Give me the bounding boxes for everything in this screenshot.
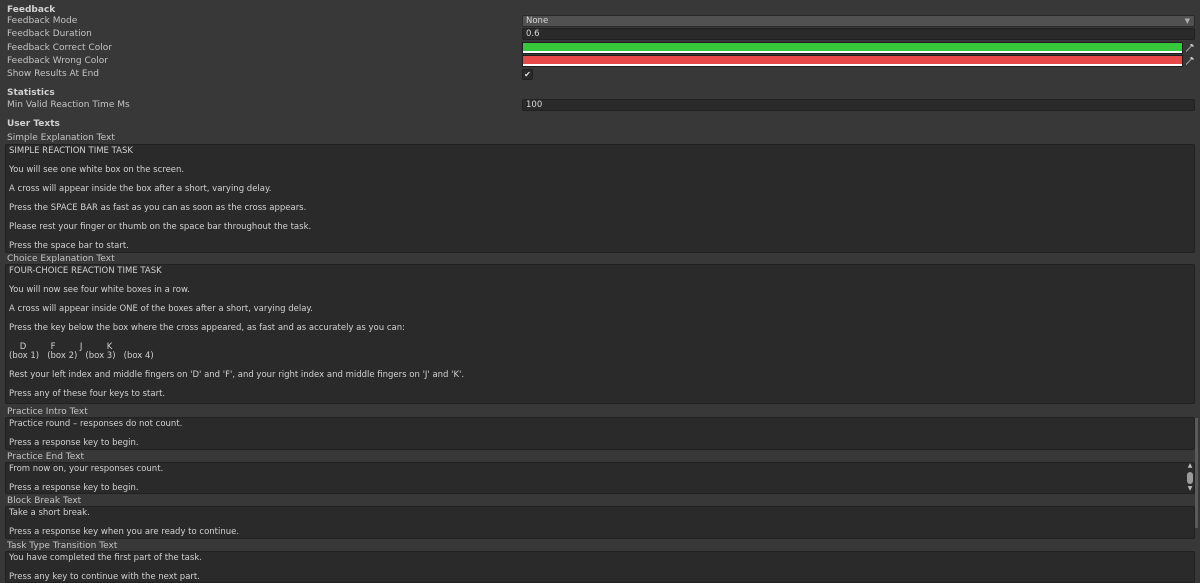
wrong-color-swatch [523, 56, 1182, 64]
feedback-header: Feedback [7, 5, 56, 15]
feedback-duration-field[interactable]: 0.6 [522, 28, 1195, 40]
min-rt-value: 100 [526, 100, 543, 110]
feedback-mode-dropdown[interactable]: None ▼ [522, 15, 1195, 27]
eyedropper-icon[interactable] [1185, 43, 1195, 53]
min-rt-row: Min Valid Reaction Time Ms 100 [0, 99, 1200, 112]
feedback-duration-label: Feedback Duration [7, 29, 92, 39]
text-line: Press a response key to begin. [9, 438, 139, 448]
text-line: A cross will appear inside the box after… [9, 184, 272, 194]
simple-explanation-textarea[interactable]: SIMPLE REACTION TIME TASK You will see o… [5, 144, 1195, 253]
eyedropper-icon[interactable] [1185, 56, 1195, 66]
text-line: A cross will appear inside ONE of the bo… [9, 304, 313, 314]
text-line: Press a response key when you are ready … [9, 527, 240, 537]
user-texts-header: User Texts [7, 119, 60, 129]
feedback-correct-color-row: Feedback Correct Color [0, 42, 1200, 55]
text-line: Press a response key to begin. [9, 483, 139, 493]
block-break-label: Block Break Text [7, 496, 82, 506]
text-line: Press any key to continue with the next … [9, 572, 200, 582]
show-results-label: Show Results At End [7, 69, 99, 79]
transition-textarea[interactable]: You have completed the first part of the… [5, 551, 1195, 583]
block-break-textarea[interactable]: Take a short break. Press a response key… [5, 506, 1195, 539]
choice-explanation-label: Choice Explanation Text [7, 254, 115, 264]
practice-intro-label: Practice Intro Text [7, 407, 88, 417]
text-line: Press any of these four keys to start. [9, 389, 166, 399]
feedback-correct-color-label: Feedback Correct Color [7, 43, 112, 53]
chevron-down-icon: ▼ [1184, 17, 1190, 25]
text-line: SIMPLE REACTION TIME TASK [9, 146, 133, 156]
feedback-wrong-color-row: Feedback Wrong Color [0, 55, 1200, 68]
text-line: Take a short break. [9, 508, 90, 518]
feedback-duration-value: 0.6 [526, 29, 540, 39]
text-line: From now on, your responses count. [9, 464, 164, 474]
text-line: You will see one white box on the screen… [9, 165, 185, 175]
feedback-duration-row: Feedback Duration 0.6 [0, 28, 1200, 41]
feedback-mode-row: Feedback Mode None ▼ [0, 15, 1200, 28]
text-line: FOUR-CHOICE REACTION TIME TASK [9, 266, 162, 276]
choice-explanation-textarea[interactable]: FOUR-CHOICE REACTION TIME TASK You will … [5, 264, 1195, 404]
text-line: You will now see four white boxes in a r… [9, 285, 190, 295]
text-line: Practice round – responses do not count. [9, 419, 183, 429]
transition-label: Task Type Transition Text [7, 541, 118, 551]
text-line: D F J K [9, 342, 113, 352]
correct-color-field[interactable] [522, 42, 1183, 54]
wrong-color-field[interactable] [522, 55, 1183, 67]
checkmark-icon: ✔ [524, 70, 531, 79]
feedback-mode-value: None [526, 16, 549, 26]
min-rt-field[interactable]: 100 [522, 99, 1195, 111]
correct-color-swatch [523, 43, 1182, 51]
practice-end-label: Practice End Text [7, 452, 84, 462]
min-rt-label: Min Valid Reaction Time Ms [7, 100, 130, 110]
practice-end-textarea[interactable]: From now on, your responses count. Press… [5, 462, 1195, 494]
scroll-up-icon[interactable]: ▲ [1186, 463, 1194, 469]
practice-intro-textarea[interactable]: Practice round – responses do not count.… [5, 417, 1195, 450]
inspector-panel: Feedback Feedback Mode None ▼ Feedback D… [0, 0, 1200, 583]
statistics-header: Statistics [7, 88, 55, 98]
simple-explanation-label: Simple Explanation Text [7, 133, 115, 143]
text-line: Press the space bar to start. [9, 241, 129, 251]
inspector-scrollbar[interactable] [1195, 418, 1198, 528]
scrollbar-thumb[interactable] [1187, 472, 1193, 484]
text-line: You have completed the first part of the… [9, 553, 202, 563]
feedback-mode-label: Feedback Mode [7, 16, 78, 26]
feedback-wrong-color-label: Feedback Wrong Color [7, 56, 108, 66]
text-line: (box 1) (box 2) (box 3) (box 4) [9, 351, 154, 361]
show-results-checkbox[interactable]: ✔ [522, 69, 533, 80]
scroll-down-icon[interactable]: ▼ [1186, 486, 1194, 492]
text-line: Press the key below the box where the cr… [9, 323, 405, 333]
text-line: Rest your left index and middle fingers … [9, 370, 465, 380]
text-line: Please rest your finger or thumb on the … [9, 222, 312, 232]
show-results-row: Show Results At End ✔ [0, 68, 1200, 81]
practice-end-scrollbar[interactable]: ▲ ▼ [1186, 463, 1194, 492]
text-line: Press the SPACE BAR as fast as you can a… [9, 203, 307, 213]
